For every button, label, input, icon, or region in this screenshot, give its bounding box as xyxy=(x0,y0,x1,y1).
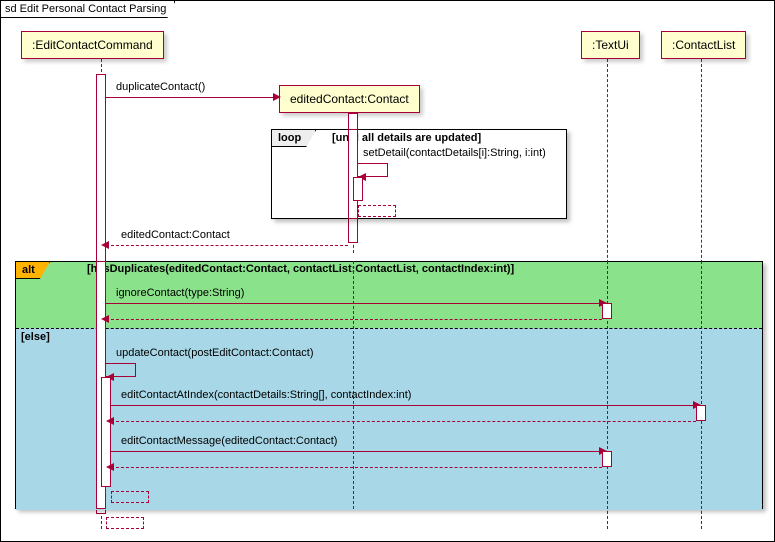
participant-edited-contact: editedContact:Contact xyxy=(279,85,420,113)
activation-text-ui-1 xyxy=(602,303,612,319)
msg-edit-at-index-return-arrow xyxy=(106,417,114,425)
msg-return-edited-label: editedContact:Contact xyxy=(121,229,230,241)
msg-edit-at-index-label: editContactAtIndex(contactDetails:String… xyxy=(121,389,411,401)
msg-edit-at-index-return xyxy=(111,421,696,422)
alt-guard-2: [else] xyxy=(21,331,50,343)
msg-return-edited-line xyxy=(106,245,348,246)
msg-edit-contact-message-label: editContactMessage(editedContact:Contact… xyxy=(121,435,337,447)
participant-contact-list: :ContactList xyxy=(661,31,746,59)
sequence-diagram: sd Edit Personal Contact Parsing :EditCo… xyxy=(0,0,775,542)
activation-edited-contact-overlay xyxy=(348,129,358,219)
msg-ignore-contact-line xyxy=(106,303,602,304)
msg-duplicate-contact-arrow xyxy=(273,93,281,101)
msg-ignore-contact-label: ignoreContact(type:String) xyxy=(116,287,244,299)
msg-duplicate-contact-line xyxy=(106,97,276,98)
destroy-edit-command xyxy=(106,517,144,529)
activation-contact-list xyxy=(696,405,706,421)
lifeline-contact-list-overlay xyxy=(701,261,702,509)
lifeline-edited-contact-overlay xyxy=(353,261,354,509)
lifeline-text-ui-overlay xyxy=(607,261,608,509)
participant-text-ui: :TextUi xyxy=(581,31,640,59)
alt-separator xyxy=(16,328,762,329)
msg-update-contact-label: updateContact(postEditContact:Contact) xyxy=(116,347,314,359)
msg-edit-contact-message-return xyxy=(111,467,602,468)
activation-text-ui-2 xyxy=(602,451,612,467)
msg-duplicate-contact-label: duplicateContact() xyxy=(116,81,205,93)
msg-ignore-contact-return xyxy=(106,319,602,320)
msg-edit-at-index-line xyxy=(111,405,696,406)
destroy-set-detail xyxy=(358,205,396,217)
msg-ignore-contact-return-arrow xyxy=(101,315,109,323)
msg-return-edited-arrow xyxy=(101,241,109,249)
destroy-update-contact xyxy=(111,491,149,503)
msg-edit-contact-message-return-arrow xyxy=(106,463,114,471)
participant-edit-command: :EditContactCommand xyxy=(21,31,164,59)
activation-set-detail xyxy=(353,177,363,201)
alt-guard-1: [hasDuplicates(editedContact:Contact, co… xyxy=(87,263,514,275)
loop-frame: loop [until all details are updated] xyxy=(271,129,567,219)
diagram-frame-title: sd Edit Personal Contact Parsing xyxy=(1,1,175,18)
loop-label: loop xyxy=(272,130,316,147)
msg-set-detail-label: setDetail(contactDetails[i]:String, i:in… xyxy=(363,147,546,159)
msg-edit-contact-message-line xyxy=(111,451,602,452)
